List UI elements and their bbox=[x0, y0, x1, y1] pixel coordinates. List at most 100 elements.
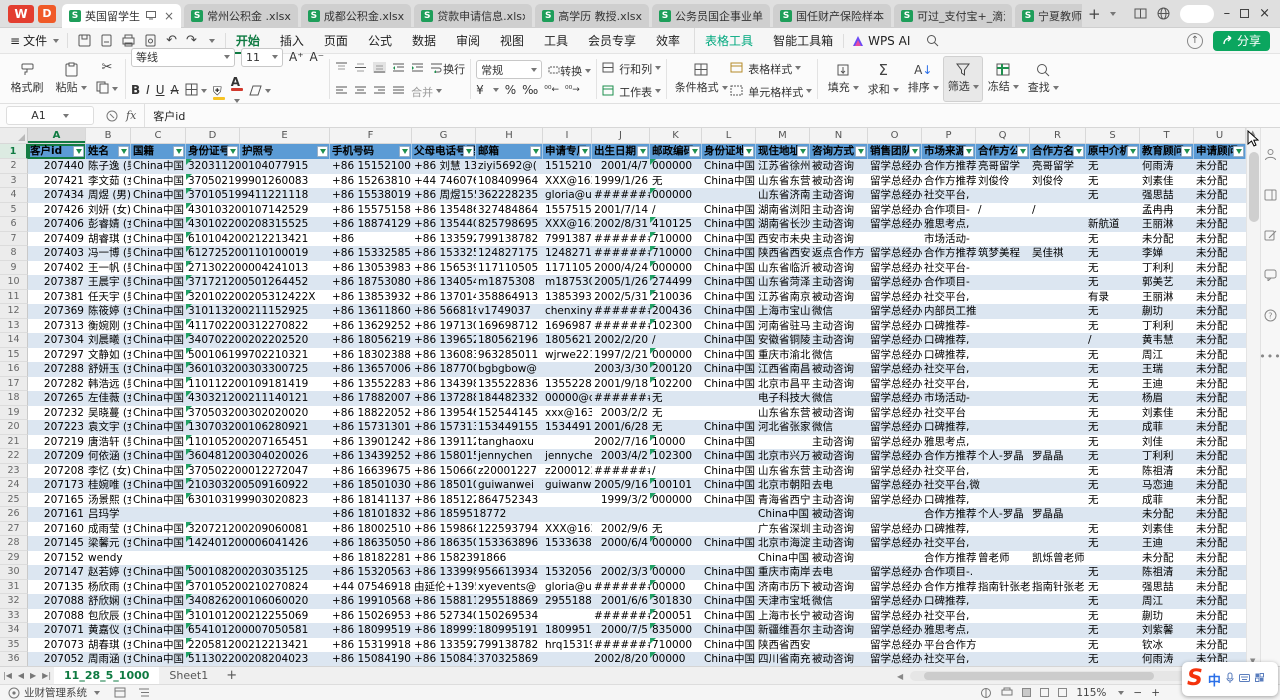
cell[interactable]: 留学总经办 bbox=[868, 522, 922, 537]
cell[interactable]: 207297 bbox=[28, 348, 86, 363]
wps-logo-icon[interactable]: W bbox=[8, 5, 34, 23]
cell[interactable]: 合作项目- bbox=[922, 203, 976, 218]
cell[interactable]: 亮哥留学 bbox=[976, 159, 1030, 174]
cell[interactable]: 207288 bbox=[28, 362, 86, 377]
cell[interactable]: +86 15332585 bbox=[330, 246, 412, 261]
cell[interactable] bbox=[976, 377, 1030, 392]
filter-dropdown-icon[interactable] bbox=[909, 146, 920, 157]
cell[interactable]: 未分配 bbox=[1140, 507, 1194, 522]
cell[interactable]: 799138782 bbox=[476, 232, 543, 247]
cell[interactable]: +86 1354866895 bbox=[412, 203, 476, 218]
cell[interactable]: 无 bbox=[1086, 594, 1140, 609]
cell[interactable]: China中国 bbox=[702, 217, 756, 232]
cell[interactable] bbox=[543, 551, 592, 566]
cell[interactable]: 北京市兴万 bbox=[756, 449, 810, 464]
cell[interactable]: 153363896 bbox=[476, 536, 543, 551]
column-header-L[interactable]: L bbox=[702, 128, 756, 143]
cell[interactable]: / bbox=[976, 203, 1030, 218]
cell[interactable]: 桂婉唯 (女 bbox=[86, 478, 131, 493]
cell[interactable]: 未分配 bbox=[1140, 551, 1194, 566]
cell[interactable]: China中国 bbox=[131, 217, 186, 232]
cell[interactable]: ######## bbox=[592, 246, 650, 261]
cell[interactable]: 重庆市渝北 bbox=[756, 348, 810, 363]
cell[interactable]: 河南省驻马 bbox=[756, 319, 810, 334]
cell[interactable]: 207409 bbox=[28, 232, 86, 247]
cell[interactable]: 被动咨询 bbox=[810, 290, 868, 305]
cell[interactable]: +86 1340540988 bbox=[412, 275, 476, 290]
cell[interactable]: China中国 bbox=[702, 159, 756, 174]
cell[interactable]: 无 bbox=[1086, 522, 1140, 537]
selection-stats-icon[interactable] bbox=[980, 687, 992, 699]
cell[interactable]: 956613934 bbox=[476, 565, 543, 580]
search-icon[interactable] bbox=[926, 34, 939, 47]
cell[interactable]: +86 1580156591 bbox=[412, 449, 476, 464]
cell[interactable]: 360481200304020026 bbox=[186, 449, 240, 464]
cell[interactable]: China中国 bbox=[702, 594, 756, 609]
cell[interactable]: China中国 bbox=[702, 304, 756, 319]
cell[interactable]: 唐浩轩 (男 bbox=[86, 435, 131, 450]
row-number[interactable]: 25 bbox=[0, 493, 28, 508]
cell[interactable] bbox=[1030, 652, 1086, 666]
document-tab[interactable]: S贷款申请信息.xlsx bbox=[414, 4, 532, 28]
eraser-button[interactable] bbox=[249, 81, 271, 100]
cell[interactable]: 153205635 bbox=[543, 565, 592, 580]
cell[interactable]: 留学总经办 bbox=[868, 362, 922, 377]
cell[interactable]: 留学总经办 bbox=[868, 565, 922, 580]
cell[interactable]: 1997/2/21 bbox=[592, 348, 650, 363]
cell[interactable]: 被动咨询 bbox=[810, 652, 868, 666]
cell[interactable]: +86 15152100 bbox=[330, 159, 412, 174]
cell[interactable]: 留学总经办 bbox=[868, 391, 922, 406]
cell[interactable]: 湖南省浏阳 bbox=[756, 203, 810, 218]
column-header-F[interactable]: F bbox=[330, 128, 412, 143]
thousand-separator-button[interactable]: ‰ bbox=[522, 83, 538, 97]
cell[interactable]: 未分配 bbox=[1194, 217, 1246, 232]
cell[interactable]: 被动咨询 bbox=[810, 609, 868, 624]
cell[interactable]: China中国 bbox=[131, 638, 186, 653]
cell[interactable]: 合作项目- bbox=[922, 275, 976, 290]
cell[interactable]: +86 13853932 bbox=[330, 290, 412, 305]
cell[interactable]: 电子科技大 bbox=[756, 391, 810, 406]
column-header-R[interactable]: R bbox=[1030, 128, 1086, 143]
cell[interactable]: 微信 bbox=[810, 594, 868, 609]
cell[interactable]: 2002/8/31 bbox=[592, 217, 650, 232]
cell[interactable]: 000000 bbox=[650, 493, 702, 508]
cell[interactable]: +86 19910568 bbox=[330, 594, 412, 609]
cell[interactable]: 370105200210270824 bbox=[186, 580, 240, 595]
cell[interactable]: 362228235 bbox=[476, 188, 543, 203]
cell[interactable]: 207160 bbox=[28, 522, 86, 537]
row-number[interactable]: 3 bbox=[0, 174, 28, 189]
cell[interactable]: 207426 bbox=[28, 203, 86, 218]
italic-button[interactable]: I bbox=[146, 83, 150, 97]
cell[interactable]: 207421 bbox=[28, 174, 86, 189]
cell[interactable]: 无 bbox=[1086, 623, 1140, 638]
convert-button[interactable]: 转换 bbox=[548, 60, 591, 79]
cell[interactable] bbox=[702, 406, 756, 421]
cell[interactable]: 未分配 bbox=[1194, 203, 1246, 218]
cell[interactable]: 陈祖清 bbox=[1140, 565, 1194, 580]
cell[interactable]: 安徽省铜陵 bbox=[756, 333, 810, 348]
cell[interactable]: China中国 bbox=[702, 536, 756, 551]
cell[interactable]: ######## bbox=[592, 638, 650, 653]
header-cell[interactable]: 合作方名 bbox=[1030, 144, 1086, 159]
cell[interactable]: 未分配 bbox=[1194, 551, 1246, 566]
cell[interactable]: 207434 bbox=[28, 188, 86, 203]
percent-button[interactable]: % bbox=[505, 83, 516, 97]
cell[interactable]: chenxinyur bbox=[543, 304, 592, 319]
cell[interactable]: 无 bbox=[1086, 464, 1140, 479]
cell[interactable]: 200120 bbox=[650, 362, 702, 377]
cell[interactable]: China中国 bbox=[131, 333, 186, 348]
document-tab[interactable]: S高学历 教授.xlsx bbox=[535, 4, 649, 28]
preview-icon[interactable] bbox=[144, 34, 157, 47]
cell[interactable]: +86 15263810 bbox=[330, 174, 412, 189]
cell[interactable] bbox=[1030, 348, 1086, 363]
cell[interactable]: 430321200211140121 bbox=[186, 391, 240, 406]
cell[interactable]: gloria@uk bbox=[543, 188, 592, 203]
header-cell[interactable]: 姓名 bbox=[86, 144, 131, 159]
cell[interactable]: 610104200212213421 bbox=[186, 232, 240, 247]
cell[interactable]: 未分配 bbox=[1194, 377, 1246, 392]
cell[interactable]: 曾老师 bbox=[976, 551, 1030, 566]
cell[interactable] bbox=[543, 609, 592, 624]
cell[interactable]: China中国 bbox=[131, 449, 186, 464]
cell[interactable]: 口碑推荐, bbox=[922, 348, 976, 363]
cell[interactable]: 2001/6/6 bbox=[592, 594, 650, 609]
